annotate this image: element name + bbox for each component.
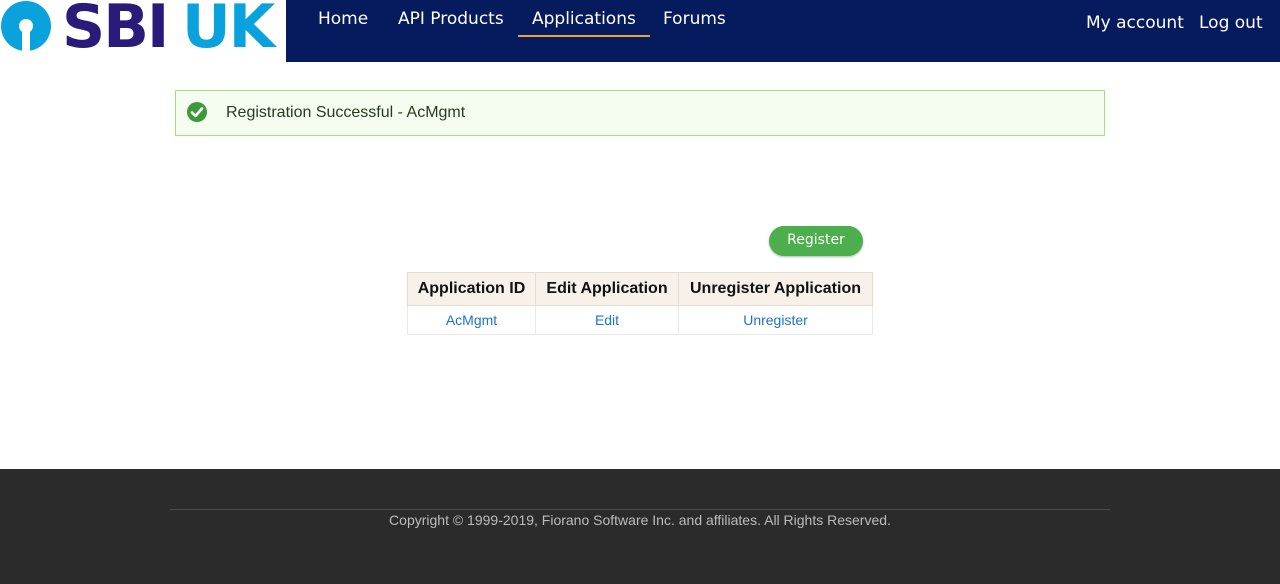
nav-applications[interactable]: Applications	[518, 9, 650, 37]
footer-divider	[170, 509, 1110, 510]
table-row: AcMgmt Edit Unregister	[407, 305, 873, 335]
nav-home[interactable]: Home	[318, 9, 368, 29]
sbi-logo-icon	[1, 1, 51, 52]
app-id-link[interactable]: AcMgmt	[446, 312, 497, 328]
edit-link[interactable]: Edit	[595, 312, 619, 328]
register-button[interactable]: Register	[769, 226, 863, 256]
nav-forums[interactable]: Forums	[663, 9, 726, 29]
sbi-uk-logo[interactable]: SBI UK	[0, 0, 286, 62]
col-application-id: Application ID	[407, 272, 536, 306]
success-alert: Registration Successful - AcMgmt	[175, 90, 1105, 136]
top-header: SBI UK Home API Products Applications Fo…	[0, 0, 1280, 62]
page-footer: Copyright © 1999-2019, Fiorano Software …	[0, 469, 1280, 584]
logout-link[interactable]: Log out	[1199, 13, 1263, 33]
col-unregister-application: Unregister Application	[678, 272, 873, 306]
nav-api-products[interactable]: API Products	[398, 9, 504, 29]
footer-copyright: Copyright © 1999-2019, Fiorano Software …	[389, 512, 891, 528]
unregister-link[interactable]: Unregister	[743, 312, 808, 328]
cell-unregister: Unregister	[678, 305, 873, 335]
logo-region-text: UK	[182, 0, 275, 62]
check-circle-icon	[187, 102, 207, 122]
cell-app-id: AcMgmt	[407, 305, 536, 335]
alert-message: Registration Successful - AcMgmt	[226, 104, 466, 121]
applications-table: Application ID Edit Application Unregist…	[407, 272, 873, 335]
table-header-row: Application ID Edit Application Unregist…	[407, 272, 873, 306]
my-account-link[interactable]: My account	[1086, 13, 1184, 33]
logo-brand-text: SBI	[62, 0, 169, 62]
col-edit-application: Edit Application	[535, 272, 679, 306]
cell-edit: Edit	[535, 305, 679, 335]
